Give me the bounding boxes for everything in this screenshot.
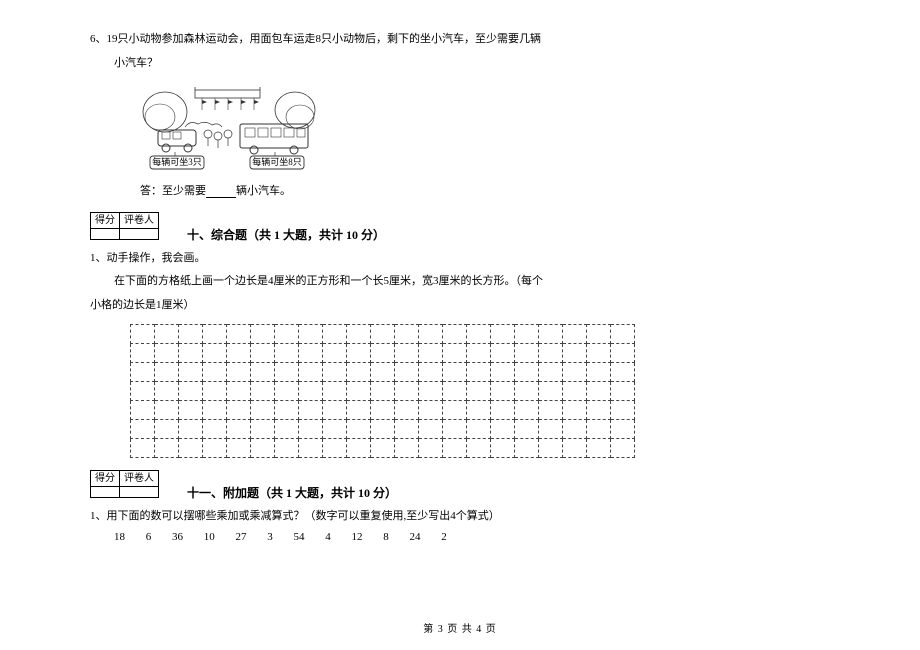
s10-q1-text1: 动手操作，我会画。 [107, 252, 206, 264]
score-blank2-11[interactable] [120, 486, 159, 497]
q6-line1: 19只小动物参加森林运动会，用面包车运走8只小动物后，剩下的坐小汽车，至少需要几… [107, 33, 542, 45]
num-8: 12 [352, 531, 363, 543]
section10-title: 十、综合题（共 1 大题，共计 10 分） [187, 226, 385, 243]
section11-header: 得分 评卷人 十一、附加题（共 1 大题，共计 10 分） [90, 470, 830, 501]
num-11: 2 [441, 531, 447, 543]
num-1: 6 [146, 531, 152, 543]
score-blank2[interactable] [120, 228, 159, 239]
s10-q1-line3: 小格的边长是1厘米） [90, 296, 830, 316]
s10-q1-line1: 1、动手操作，我会画。 [90, 249, 830, 269]
num-0: 18 [114, 531, 125, 543]
num-4: 27 [236, 531, 247, 543]
page-footer: 第 3 页 共 4 页 [0, 620, 920, 635]
num-6: 54 [294, 531, 305, 543]
page-content: 6、19只小动物参加森林运动会，用面包车运走8只小动物后，剩下的坐小汽车，至少需… [90, 30, 830, 543]
score-table-10: 得分 评卷人 [90, 212, 159, 240]
caption-left-text: 每辆可坐3只 [152, 156, 202, 167]
score-table-11: 得分 评卷人 [90, 470, 159, 498]
num-3: 10 [204, 531, 215, 543]
section10-header: 得分 评卷人 十、综合题（共 1 大题，共计 10 分） [90, 212, 830, 243]
s11-q1-text: 用下面的数可以摆哪些乘加或乘减算式？（数字可以重复使用,至少写出4个算式） [107, 510, 500, 522]
s11-q1-num: 1、 [90, 510, 107, 522]
number-list: 18 6 36 10 27 3 54 4 12 8 24 2 [90, 531, 830, 543]
score-blank1[interactable] [91, 228, 120, 239]
grid-paper[interactable] [130, 324, 830, 458]
q6-answer: 答：至少需要 辆小汽车。 [140, 182, 830, 198]
q6-illustration: 每辆可坐3只 每辆可坐8只 [140, 82, 830, 172]
q6-line2: 小汽车？ [90, 54, 830, 74]
score-col1-11: 得分 [91, 470, 120, 486]
num-5: 3 [267, 531, 273, 543]
num-10: 24 [410, 531, 421, 543]
score-col2-11: 评卷人 [120, 470, 159, 486]
score-col2: 评卷人 [120, 212, 159, 228]
s10-q1-num: 1、 [90, 252, 107, 264]
num-9: 8 [383, 531, 389, 543]
num-2: 36 [172, 531, 183, 543]
q6-text: 6、19只小动物参加森林运动会，用面包车运走8只小动物后，剩下的坐小汽车，至少需… [90, 30, 830, 50]
s11-q1: 1、用下面的数可以摆哪些乘加或乘减算式？（数字可以重复使用,至少写出4个算式） [90, 507, 830, 527]
score-col1: 得分 [91, 212, 120, 228]
grid-table [130, 324, 635, 458]
answer-prefix: 答：至少需要 [140, 185, 206, 197]
answer-blank[interactable] [206, 186, 236, 198]
score-blank1-11[interactable] [91, 486, 120, 497]
answer-suffix: 辆小汽车。 [236, 185, 291, 197]
caption-right-text: 每辆可坐8只 [252, 156, 302, 167]
num-7: 4 [325, 531, 331, 543]
q6-number: 6、 [90, 33, 107, 45]
s10-q1-line2: 在下面的方格纸上画一个边长是4厘米的正方形和一个长5厘米，宽3厘米的长方形。（每… [90, 272, 830, 292]
section11-title: 十一、附加题（共 1 大题，共计 10 分） [187, 484, 397, 501]
